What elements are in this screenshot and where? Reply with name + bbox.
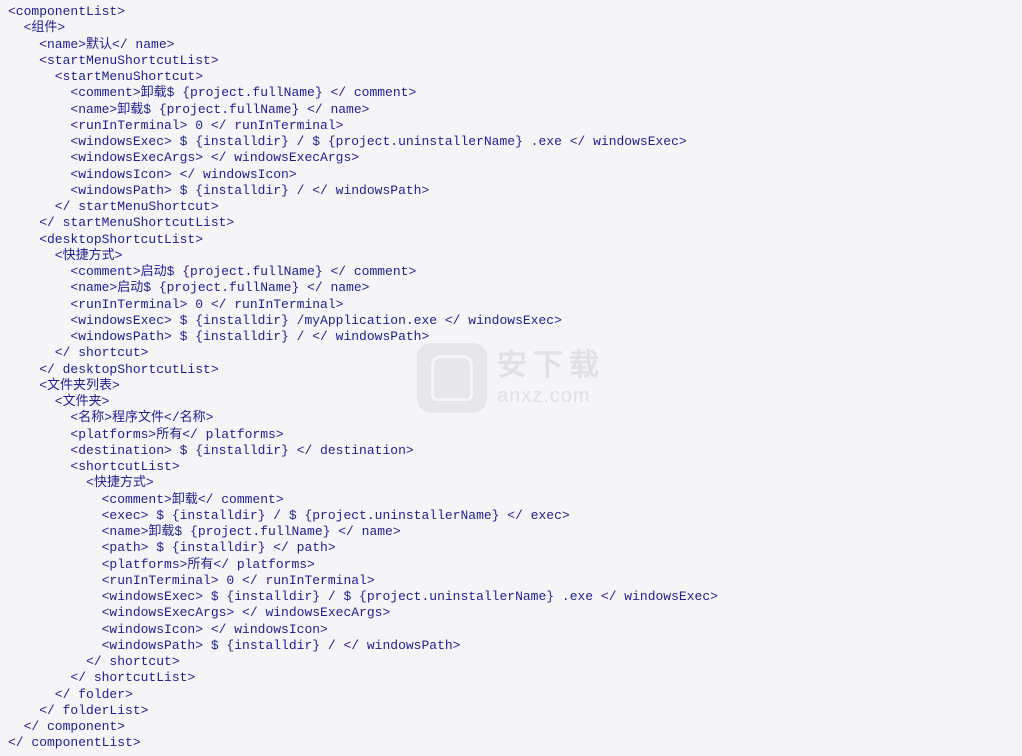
xml-code-block: <componentList> <组件> <name>默认</ name> <s… (8, 4, 1014, 752)
code-line: <快捷方式> (8, 248, 1014, 264)
code-line: <runInTerminal> 0 </ runInTerminal> (8, 118, 1014, 134)
code-line: <path> $ {installdir} </ path> (8, 540, 1014, 556)
code-line: <name>卸载$ {project.fullName} </ name> (8, 524, 1014, 540)
code-line: <文件夹列表> (8, 378, 1014, 394)
code-line: </ startMenuShortcut> (8, 199, 1014, 215)
code-line: </ folder> (8, 687, 1014, 703)
code-line: <comment>卸载$ {project.fullName} </ comme… (8, 85, 1014, 101)
code-line: <platforms>所有</ platforms> (8, 427, 1014, 443)
code-line: <shortcutList> (8, 459, 1014, 475)
code-line: <exec> $ {installdir} / $ {project.unins… (8, 508, 1014, 524)
code-line: <comment>启动$ {project.fullName} </ comme… (8, 264, 1014, 280)
code-line: <name>卸载$ {project.fullName} </ name> (8, 102, 1014, 118)
code-line: </ shortcut> (8, 345, 1014, 361)
code-line: <startMenuShortcut> (8, 69, 1014, 85)
code-line: <windowsExecArgs> </ windowsExecArgs> (8, 605, 1014, 621)
code-line: <windowsExec> $ {installdir} / $ {projec… (8, 589, 1014, 605)
code-line: </ shortcut> (8, 654, 1014, 670)
code-line: <startMenuShortcutList> (8, 53, 1014, 69)
code-line: <componentList> (8, 4, 1014, 20)
code-line: </ startMenuShortcutList> (8, 215, 1014, 231)
code-line: <文件夹> (8, 394, 1014, 410)
code-line: <platforms>所有</ platforms> (8, 557, 1014, 573)
code-line: <windowsPath> $ {installdir} / </ window… (8, 183, 1014, 199)
code-line: <快捷方式> (8, 475, 1014, 491)
code-line: <comment>卸载</ comment> (8, 492, 1014, 508)
code-line: <windowsExecArgs> </ windowsExecArgs> (8, 150, 1014, 166)
code-line: <destination> $ {installdir} </ destinat… (8, 443, 1014, 459)
code-line: <windowsPath> $ {installdir} / </ window… (8, 329, 1014, 345)
code-line: <名称>程序文件</名称> (8, 410, 1014, 426)
code-line: <windowsPath> $ {installdir} / </ window… (8, 638, 1014, 654)
code-line: </ componentList> (8, 735, 1014, 751)
code-line: <name>默认</ name> (8, 37, 1014, 53)
code-line: <组件> (8, 20, 1014, 36)
code-line: <windowsIcon> </ windowsIcon> (8, 167, 1014, 183)
code-line: </ folderList> (8, 703, 1014, 719)
code-line: <desktopShortcutList> (8, 232, 1014, 248)
code-line: <windowsIcon> </ windowsIcon> (8, 622, 1014, 638)
code-line: <windowsExec> $ {installdir} /myApplicat… (8, 313, 1014, 329)
code-line: <runInTerminal> 0 </ runInTerminal> (8, 297, 1014, 313)
code-line: </ desktopShortcutList> (8, 362, 1014, 378)
code-line: <runInTerminal> 0 </ runInTerminal> (8, 573, 1014, 589)
code-line: </ shortcutList> (8, 670, 1014, 686)
code-line: <windowsExec> $ {installdir} / $ {projec… (8, 134, 1014, 150)
code-line: </ component> (8, 719, 1014, 735)
code-line: <name>启动$ {project.fullName} </ name> (8, 280, 1014, 296)
